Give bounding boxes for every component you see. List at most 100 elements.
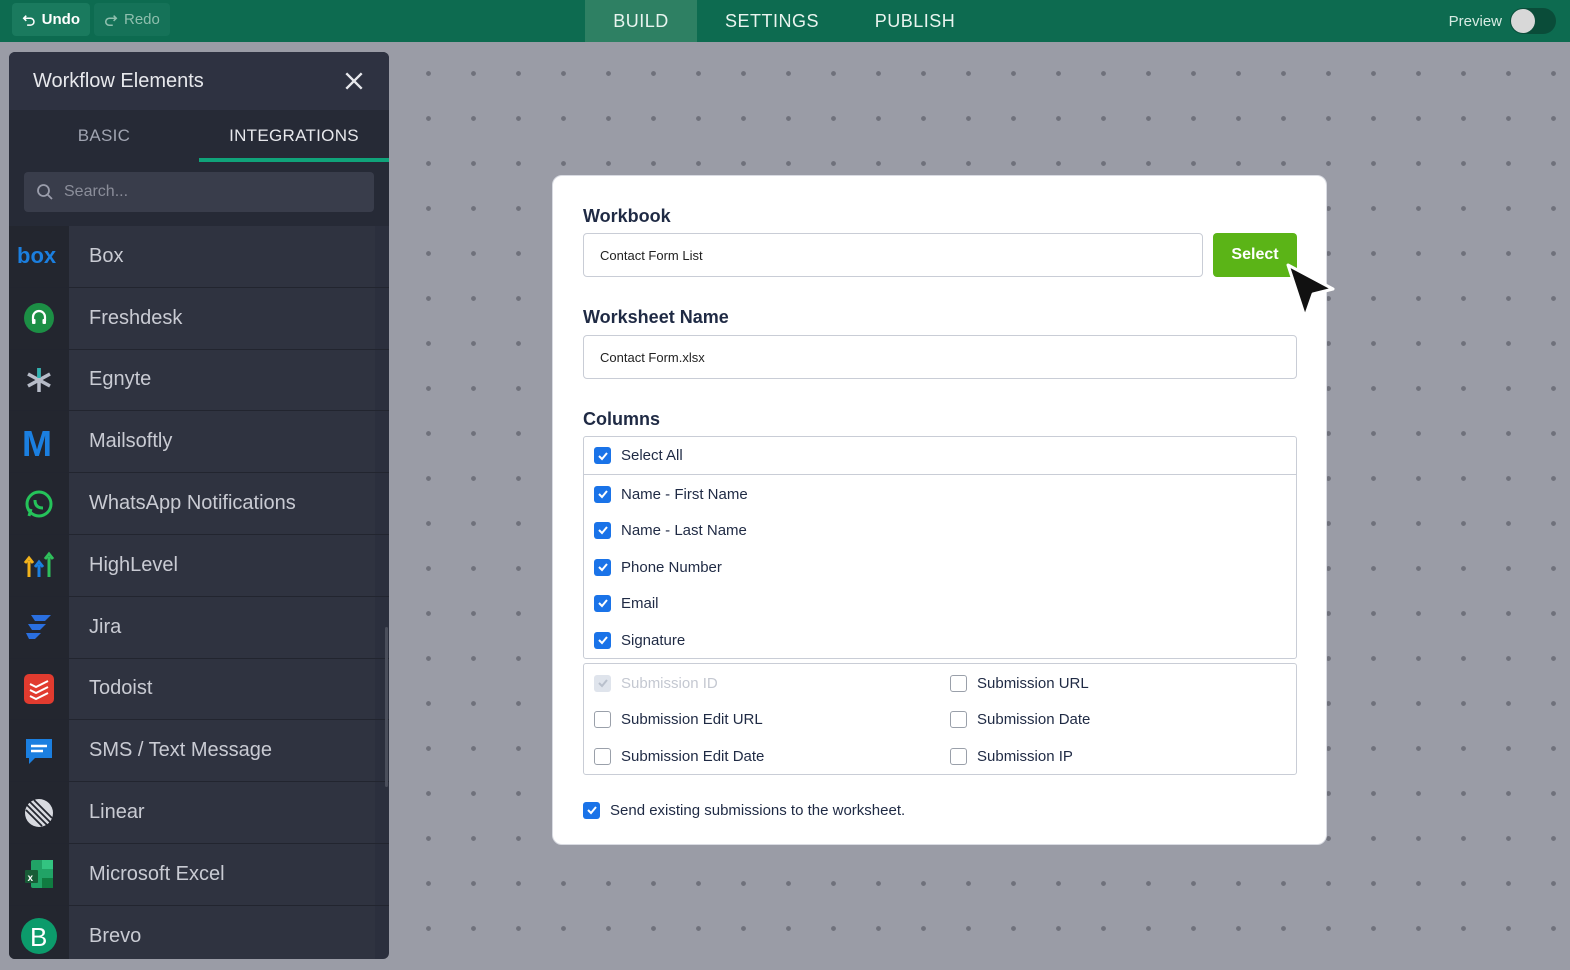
list-item-whatsapp[interactable]: WhatsApp Notifications xyxy=(9,473,389,535)
highlevel-icon xyxy=(23,551,55,578)
submission-edit-date-checkbox[interactable] xyxy=(594,747,611,765)
list-item-brevo[interactable]: B Brevo xyxy=(9,905,389,959)
submission-date-checkbox[interactable] xyxy=(950,710,967,728)
box-icon: box xyxy=(17,244,57,268)
submission-id-row: Submission ID xyxy=(594,673,718,693)
redo-button[interactable]: Redo xyxy=(94,3,170,36)
list-item-highlevel[interactable]: HighLevel xyxy=(9,534,389,597)
tab-integrations[interactable]: INTEGRATIONS xyxy=(199,110,389,162)
column-row[interactable]: Email xyxy=(594,593,659,613)
whatsapp-icon xyxy=(25,490,53,518)
column-label: Signature xyxy=(621,631,686,649)
preview-toggle[interactable] xyxy=(1510,8,1556,34)
mouse-cursor-icon xyxy=(1286,263,1335,319)
search-icon xyxy=(37,184,53,200)
tab-settings[interactable]: SETTINGS xyxy=(697,0,847,42)
send-existing-row[interactable]: Send existing submissions to the workshe… xyxy=(583,800,905,820)
column-label: Submission IP xyxy=(977,747,1073,765)
search-input[interactable] xyxy=(64,183,344,201)
select-all-label: Select All xyxy=(621,447,683,464)
column-label: Phone Number xyxy=(621,558,722,576)
excel-settings-dialog: Workbook Contact Form List Select Worksh… xyxy=(552,175,1327,845)
undo-button[interactable]: Undo xyxy=(12,3,90,36)
column-label: Submission Date xyxy=(977,710,1091,728)
check-icon xyxy=(597,526,608,535)
list-item-label: HighLevel xyxy=(69,534,375,596)
sms-icon xyxy=(26,738,52,764)
list-item-linear[interactable]: Linear xyxy=(9,782,389,844)
list-item-label: Box xyxy=(69,226,375,287)
undo-label: Undo xyxy=(41,11,80,28)
brevo-icon: B xyxy=(21,918,57,955)
column-checkbox[interactable] xyxy=(594,521,611,539)
search-box xyxy=(24,172,374,212)
submission-edit-date-row[interactable]: Submission Edit Date xyxy=(594,746,764,766)
list-item-sms[interactable]: SMS / Text Message xyxy=(9,720,389,783)
toggle-knob xyxy=(1511,9,1535,33)
column-checkbox[interactable] xyxy=(594,631,611,649)
submission-ip-checkbox[interactable] xyxy=(950,747,967,765)
list-item-label: Jira xyxy=(69,596,375,658)
select-all-row[interactable]: Select All xyxy=(584,437,1296,475)
check-icon xyxy=(597,679,608,688)
integration-list: box Box Freshdesk Egnyte M Mailsoftly Wh… xyxy=(9,226,389,959)
workflow-elements-panel: Workflow Elements BASIC INTEGRATIONS box… xyxy=(9,52,389,959)
column-label: Submission Edit URL xyxy=(621,710,763,728)
submission-id-checkbox xyxy=(594,674,611,692)
column-checkbox[interactable] xyxy=(594,558,611,576)
check-icon xyxy=(597,451,608,460)
svg-text:box: box xyxy=(17,244,57,268)
redo-label: Redo xyxy=(124,11,160,28)
list-item-freshdesk[interactable]: Freshdesk xyxy=(9,287,389,350)
column-row[interactable]: Signature xyxy=(594,630,685,650)
list-item-label: Brevo xyxy=(69,905,375,959)
submission-url-checkbox[interactable] xyxy=(950,674,967,692)
list-item-excel[interactable]: x Microsoft Excel xyxy=(9,843,389,906)
column-label: Email xyxy=(621,594,659,612)
submission-ip-row[interactable]: Submission IP xyxy=(950,746,1073,766)
list-item-mailsoftly[interactable]: M Mailsoftly xyxy=(9,411,389,474)
preview-control: Preview xyxy=(1449,6,1556,36)
column-checkbox[interactable] xyxy=(594,485,611,503)
list-item-jira[interactable]: Jira xyxy=(9,596,389,659)
submission-edit-url-checkbox[interactable] xyxy=(594,710,611,728)
list-item-label: SMS / Text Message xyxy=(69,720,375,782)
svg-text:M: M xyxy=(22,425,52,459)
worksheet-name-label: Worksheet Name xyxy=(583,307,729,327)
send-existing-label: Send existing submissions to the workshe… xyxy=(610,801,906,819)
undo-icon xyxy=(22,14,35,26)
list-item-label: Linear xyxy=(69,782,375,843)
submission-columns-list: Submission ID Submission URL Submission … xyxy=(583,663,1297,775)
mailsoftly-icon: M xyxy=(22,425,52,459)
egnyte-icon xyxy=(27,367,51,392)
tab-basic[interactable]: BASIC xyxy=(9,110,199,162)
column-row[interactable]: Phone Number xyxy=(594,557,722,577)
tab-publish[interactable]: PUBLISH xyxy=(847,0,983,42)
column-row[interactable]: Name - First Name xyxy=(594,484,748,504)
submission-url-row[interactable]: Submission URL xyxy=(950,673,1089,693)
check-icon xyxy=(597,490,608,499)
tab-build[interactable]: BUILD xyxy=(585,0,697,42)
workbook-field[interactable]: Contact Form List xyxy=(583,233,1203,277)
submission-date-row[interactable]: Submission Date xyxy=(950,709,1090,729)
list-item-label: Mailsoftly xyxy=(69,411,375,473)
worksheet-name-field[interactable]: Contact Form.xlsx xyxy=(583,335,1297,379)
list-item-label: WhatsApp Notifications xyxy=(69,473,375,534)
close-icon[interactable] xyxy=(343,70,365,92)
list-item-box[interactable]: box Box xyxy=(9,226,389,288)
columns-label: Columns xyxy=(583,409,661,429)
preview-label: Preview xyxy=(1448,12,1502,30)
linear-icon xyxy=(25,798,53,827)
select-all-checkbox[interactable] xyxy=(594,447,611,464)
list-item-egnyte[interactable]: Egnyte xyxy=(9,349,389,412)
send-existing-checkbox[interactable] xyxy=(583,801,600,819)
submission-edit-url-row[interactable]: Submission Edit URL xyxy=(594,709,763,729)
scrollbar[interactable] xyxy=(385,627,388,787)
todoist-icon xyxy=(24,673,54,704)
panel-title: Workflow Elements xyxy=(33,69,204,92)
column-row[interactable]: Name - Last Name xyxy=(594,520,747,540)
list-item-todoist[interactable]: Todoist xyxy=(9,658,389,721)
column-label: Name - Last Name xyxy=(621,521,747,539)
column-checkbox[interactable] xyxy=(594,594,611,612)
check-icon xyxy=(597,563,608,572)
